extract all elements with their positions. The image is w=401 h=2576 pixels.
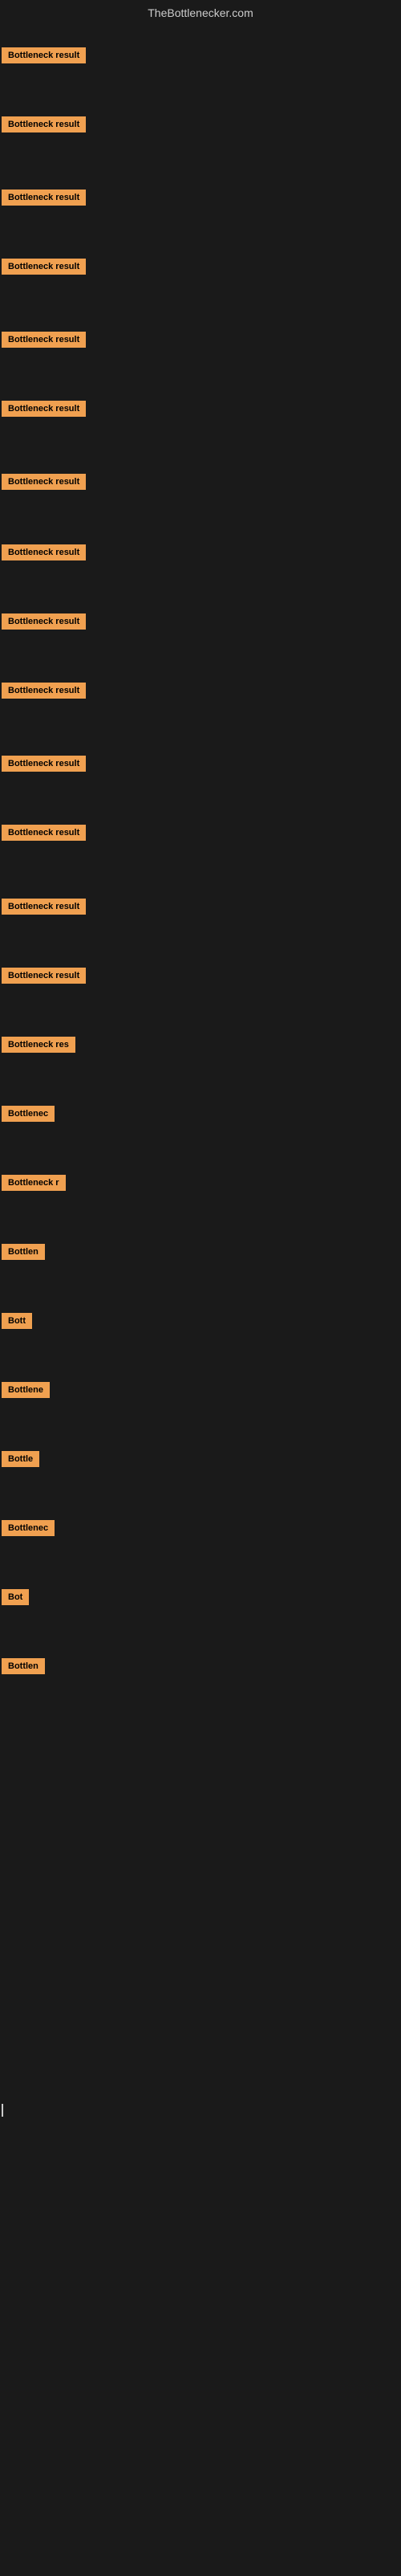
bottleneck-row-3: Bottleneck result	[0, 186, 86, 213]
bottleneck-badge-23[interactable]: Bot	[2, 1589, 29, 1605]
bottleneck-badge-22[interactable]: Bottlenec	[2, 1520, 55, 1536]
bottleneck-badge-6[interactable]: Bottleneck result	[2, 401, 86, 417]
bottleneck-badge-24[interactable]: Bottlen	[2, 1658, 45, 1674]
bottleneck-badge-20[interactable]: Bottlene	[2, 1382, 50, 1398]
bottleneck-row-9: Bottleneck result	[0, 610, 86, 637]
bottleneck-badge-1[interactable]: Bottleneck result	[2, 47, 86, 63]
bottleneck-row-14: Bottleneck result	[0, 964, 86, 991]
bottleneck-badge-15[interactable]: Bottleneck res	[2, 1037, 75, 1053]
bottleneck-row-20: Bottlene	[0, 1379, 50, 1405]
bottleneck-row-10: Bottleneck result	[0, 679, 86, 706]
bottleneck-badge-19[interactable]: Bott	[2, 1313, 32, 1329]
bottleneck-badge-16[interactable]: Bottlenec	[2, 1106, 55, 1122]
bottleneck-row-21: Bottle	[0, 1448, 39, 1474]
bottleneck-row-2: Bottleneck result	[0, 113, 86, 140]
site-title: TheBottlenecker.com	[0, 0, 401, 22]
bottleneck-badge-4[interactable]: Bottleneck result	[2, 259, 86, 275]
bottleneck-row-24: Bottlen	[0, 1655, 45, 1681]
bottleneck-badge-8[interactable]: Bottleneck result	[2, 544, 86, 560]
bottleneck-row-16: Bottlenec	[0, 1103, 55, 1129]
bottleneck-row-11: Bottleneck result	[0, 752, 86, 779]
bottleneck-row-8: Bottleneck result	[0, 541, 86, 568]
bottleneck-badge-3[interactable]: Bottleneck result	[2, 190, 86, 206]
bottleneck-badge-2[interactable]: Bottleneck result	[2, 116, 86, 132]
bottleneck-badge-12[interactable]: Bottleneck result	[2, 825, 86, 841]
bottleneck-row-7: Bottleneck result	[0, 471, 86, 497]
bottleneck-badge-14[interactable]: Bottleneck result	[2, 968, 86, 984]
bottleneck-row-6: Bottleneck result	[0, 397, 86, 424]
bottleneck-row-12: Bottleneck result	[0, 821, 86, 848]
bottleneck-row-22: Bottlenec	[0, 1517, 55, 1543]
bottleneck-badge-9[interactable]: Bottleneck result	[2, 613, 86, 630]
bottleneck-row-5: Bottleneck result	[0, 328, 86, 355]
bottleneck-badge-11[interactable]: Bottleneck result	[2, 756, 86, 772]
bottleneck-row-23: Bot	[0, 1586, 29, 1612]
bottleneck-badge-5[interactable]: Bottleneck result	[2, 332, 86, 348]
bottleneck-row-13: Bottleneck result	[0, 895, 86, 922]
bottleneck-badge-10[interactable]: Bottleneck result	[2, 683, 86, 699]
bottleneck-badge-7[interactable]: Bottleneck result	[2, 474, 86, 490]
bottleneck-row-15: Bottleneck res	[0, 1033, 75, 1060]
bottleneck-badge-21[interactable]: Bottle	[2, 1451, 39, 1467]
bottleneck-row-4: Bottleneck result	[0, 255, 86, 282]
bottleneck-row-18: Bottlen	[0, 1241, 45, 1267]
bottleneck-badge-13[interactable]: Bottleneck result	[2, 899, 86, 915]
bottleneck-row-19: Bott	[0, 1310, 32, 1336]
bottleneck-row-17: Bottleneck r	[0, 1172, 66, 1198]
bottleneck-badge-17[interactable]: Bottleneck r	[2, 1175, 66, 1191]
bottleneck-badge-18[interactable]: Bottlen	[2, 1244, 45, 1260]
bottleneck-row-1: Bottleneck result	[0, 44, 86, 71]
cursor-line	[2, 2104, 3, 2117]
